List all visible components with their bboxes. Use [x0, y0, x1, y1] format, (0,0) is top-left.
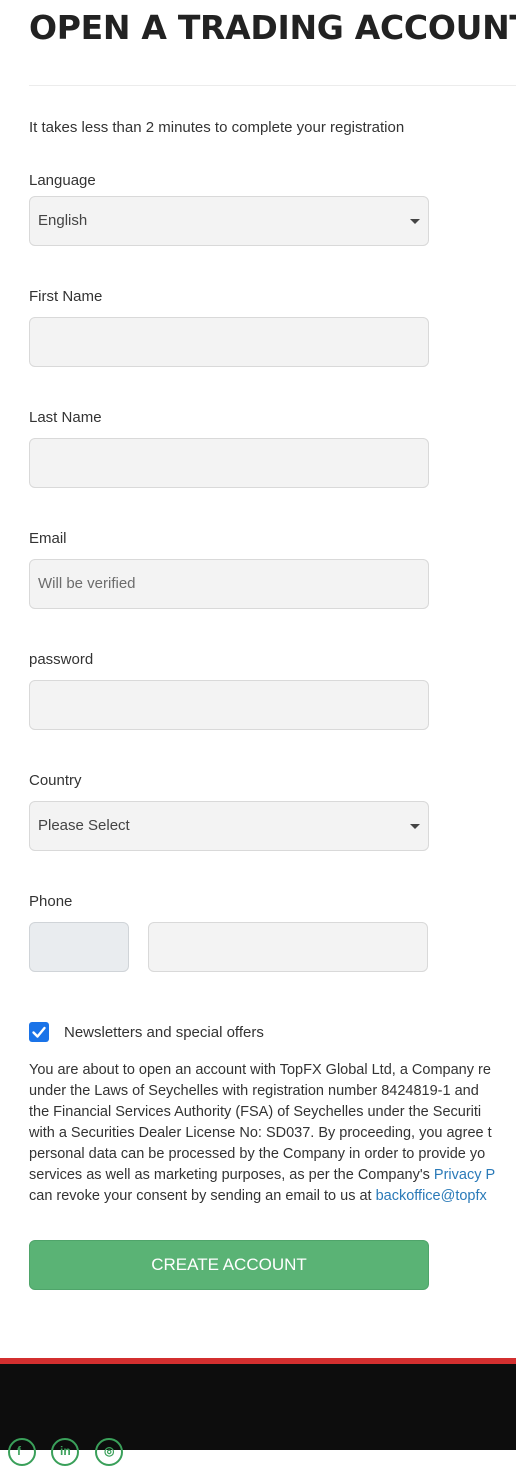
chevron-down-icon [410, 824, 420, 829]
password-label: password [29, 651, 94, 668]
first-name-input[interactable] [29, 317, 429, 367]
last-name-input[interactable] [29, 438, 429, 488]
consent-line: services as well as marketing purposes, … [29, 1165, 516, 1186]
password-input[interactable] [29, 680, 429, 730]
phone-code-input[interactable] [29, 922, 129, 972]
email-label: Email [29, 530, 67, 547]
consent-line: can revoke your consent by sending an em… [29, 1186, 516, 1207]
intro-text: It takes less than 2 minutes to complete… [29, 119, 405, 136]
email-input[interactable]: Will be verified [29, 559, 429, 609]
phone-number-input[interactable] [148, 922, 428, 972]
chevron-down-icon [410, 219, 420, 224]
newsletter-label: Newsletters and special offers [64, 1024, 264, 1041]
first-name-label: First Name [29, 288, 103, 305]
email-placeholder: Will be verified [38, 575, 136, 592]
phone-label: Phone [29, 893, 73, 910]
footer [0, 1364, 516, 1450]
checkmark-icon [32, 1026, 46, 1038]
country-label: Country [29, 772, 82, 789]
country-select[interactable]: Please Select [29, 801, 429, 851]
instagram-icon[interactable]: ◎ [95, 1438, 123, 1466]
language-label: Language [29, 172, 96, 189]
create-account-button[interactable]: CREATE ACCOUNT [29, 1240, 429, 1290]
country-value: Please Select [38, 817, 130, 834]
language-value: English [38, 212, 88, 229]
facebook-icon[interactable]: f [8, 1438, 36, 1466]
newsletter-checkbox[interactable] [29, 1022, 49, 1042]
header-divider [29, 85, 516, 86]
page-title: OPEN A TRADING ACCOUNT [29, 8, 516, 47]
last-name-label: Last Name [29, 409, 102, 426]
consent-line: the Financial Services Authority (FSA) o… [29, 1104, 482, 1120]
consent-line: under the Laws of Seychelles with regist… [29, 1083, 479, 1099]
linkedin-icon[interactable]: in [51, 1438, 79, 1466]
language-select[interactable]: English [29, 196, 429, 246]
consent-line-text: can revoke your consent by sending an em… [29, 1188, 376, 1204]
consent-line-text: services as well as marketing purposes, … [29, 1167, 434, 1183]
backoffice-email-link[interactable]: backoffice@topfx [376, 1188, 487, 1204]
consent-line: You are about to open an account with To… [29, 1062, 491, 1078]
consent-text: You are about to open an account with To… [29, 1060, 516, 1207]
consent-line: personal data can be processed by the Co… [29, 1146, 486, 1162]
consent-line: with a Securities Dealer License No: SD0… [29, 1125, 492, 1141]
privacy-policy-link[interactable]: Privacy P [434, 1167, 495, 1183]
